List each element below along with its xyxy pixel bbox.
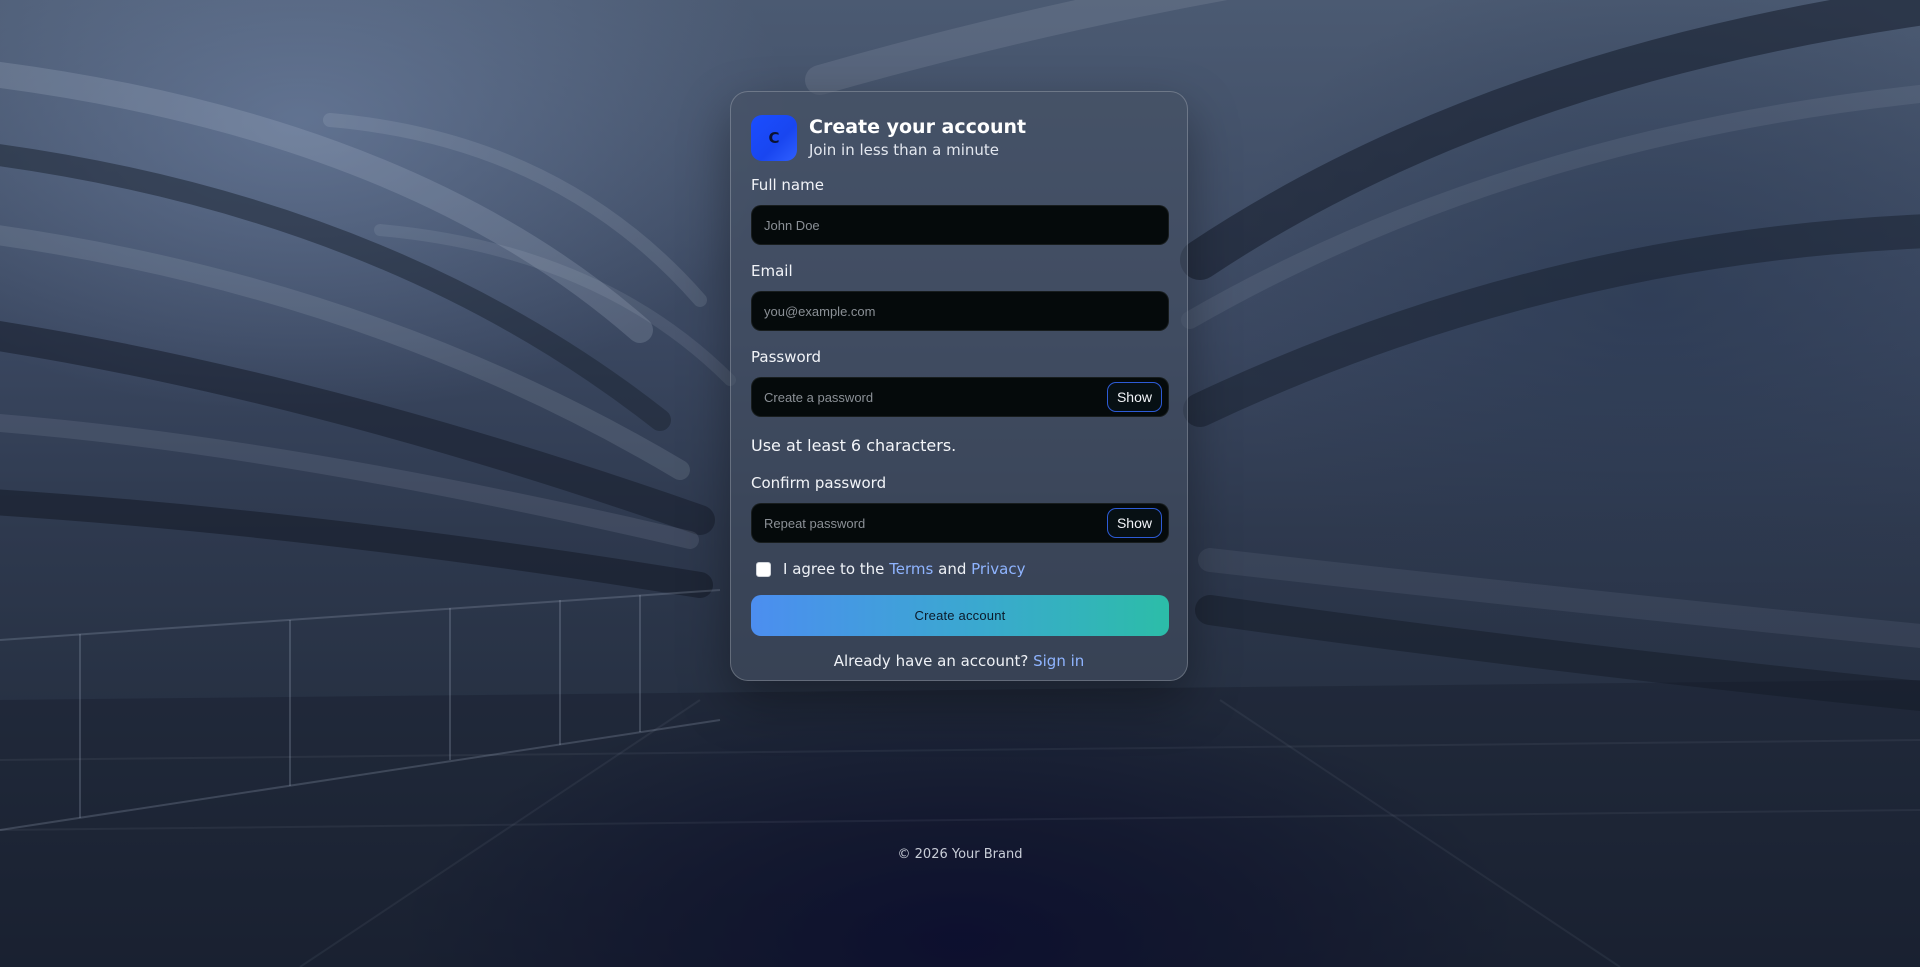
agree-middle-text: and	[933, 560, 972, 578]
terms-link[interactable]: Terms	[889, 560, 933, 578]
email-input[interactable]	[752, 292, 1168, 330]
page-title: Create your account	[809, 115, 1027, 138]
brand-logo-icon: C	[751, 114, 797, 161]
password-field-wrapper: Show	[751, 377, 1169, 417]
full-name-label: Full name	[751, 176, 824, 194]
password-hint: Use at least 6 characters.	[751, 436, 957, 455]
brand-logo-letter: C	[768, 128, 780, 147]
email-field-wrapper	[751, 291, 1169, 331]
confirm-password-field-wrapper: Show	[751, 503, 1169, 543]
signin-link[interactable]: Sign in	[1033, 652, 1084, 670]
password-input[interactable]	[752, 378, 1168, 416]
footer-copyright: © 2026 Your Brand	[897, 847, 1023, 862]
create-account-button[interactable]: Create account	[751, 595, 1169, 636]
page-subtitle: Join in less than a minute	[809, 140, 999, 159]
confirm-password-show-button[interactable]: Show	[1106, 508, 1162, 538]
card-header: C Create your account Join in less than …	[751, 114, 1167, 161]
full-name-field-wrapper	[751, 205, 1169, 245]
signin-row: Already have an account? Sign in	[751, 650, 1167, 672]
confirm-password-label: Confirm password	[751, 474, 887, 492]
agree-prefix-text: I agree to the	[783, 560, 890, 578]
card-heading-group: Create your account Join in less than a …	[809, 115, 1026, 161]
terms-checkbox[interactable]	[756, 561, 771, 577]
email-label: Email	[751, 262, 793, 280]
signup-card: C Create your account Join in less than …	[730, 91, 1188, 681]
password-label: Password	[751, 348, 822, 366]
password-show-button[interactable]: Show	[1106, 382, 1162, 412]
signin-prompt-text: Already have an account?	[833, 652, 1034, 670]
confirm-password-input[interactable]	[752, 504, 1168, 542]
full-name-input[interactable]	[752, 206, 1168, 244]
privacy-link[interactable]: Privacy	[971, 560, 1025, 578]
terms-agreement-row: I agree to the Terms and Privacy	[751, 557, 1167, 581]
